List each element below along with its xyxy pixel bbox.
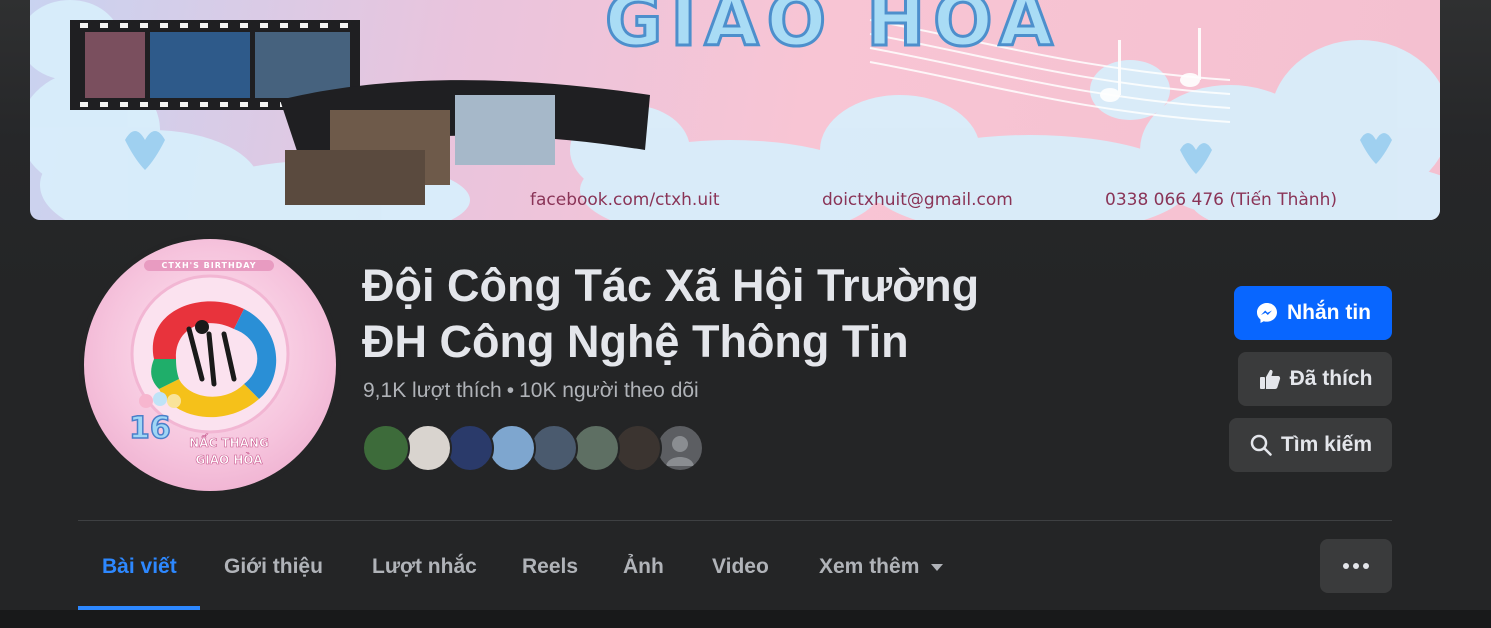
stats-separator: •: [506, 379, 515, 402]
friend-avatar[interactable]: [362, 424, 410, 472]
cover-facebook-link: facebook.com/ctxh.uit: [530, 190, 720, 210]
feed-background: [0, 610, 1491, 628]
cover-phone: 0338 066 476 (Tiến Thành): [1105, 190, 1337, 210]
search-icon: [1250, 434, 1272, 456]
tab-mentions[interactable]: Lượt nhắc: [372, 540, 477, 594]
friend-avatar[interactable]: [614, 424, 662, 472]
cover-photo[interactable]: GIAO HÒA facebook.com/ctxh.uit doictxhui…: [30, 0, 1440, 220]
dot: [1343, 563, 1349, 569]
tab-photos[interactable]: Ảnh: [623, 540, 664, 594]
search-button-label: Tìm kiếm: [1280, 433, 1373, 456]
friend-avatar[interactable]: [656, 424, 704, 472]
friend-avatar[interactable]: [530, 424, 578, 472]
search-button[interactable]: Tìm kiếm: [1229, 418, 1392, 472]
messenger-icon: [1257, 303, 1277, 323]
default-user-icon: [666, 436, 694, 466]
tab-videos[interactable]: Video: [712, 540, 769, 594]
followers-count-link[interactable]: 10K người theo dõi: [519, 379, 699, 402]
header-divider: [78, 520, 1392, 521]
more-options-button[interactable]: [1320, 539, 1392, 593]
friend-avatar[interactable]: [572, 424, 620, 472]
thumbs-up-icon: [1259, 369, 1280, 389]
page-title-line2: ĐH Công Nghệ Thông Tin: [362, 316, 909, 367]
friend-avatar[interactable]: [488, 424, 536, 472]
page-avatar[interactable]: CTXH'S BIRTHDAY 16 NẤC THANG GIAO HÒA: [84, 239, 336, 491]
tab-posts[interactable]: Bài viết: [102, 540, 177, 594]
page-stats: 9,1K lượt thích • 10K người theo dõi: [363, 379, 699, 403]
friend-avatar[interactable]: [446, 424, 494, 472]
liked-button-label: Đã thích: [1289, 367, 1373, 390]
tab-about[interactable]: Giới thiệu: [224, 540, 323, 594]
tab-reels[interactable]: Reels: [522, 540, 578, 594]
cover-title: GIAO HÒA: [604, 0, 1061, 64]
active-tab-indicator: [78, 606, 200, 610]
tab-more[interactable]: Xem thêm: [819, 540, 944, 594]
caret-down-icon: [931, 563, 944, 571]
page-title-line1: Đội Công Tác Xã Hội Trường: [362, 260, 980, 311]
dot: [1363, 563, 1369, 569]
avatar-subtitle-line1: NẤC THANG: [189, 436, 269, 451]
avatar-subtitle: NẤC THANG GIAO HÒA: [179, 435, 279, 469]
friend-avatar[interactable]: [404, 424, 452, 472]
message-button[interactable]: Nhắn tin: [1234, 286, 1392, 340]
likes-count-link[interactable]: 9,1K lượt thích: [363, 379, 502, 402]
avatar-subtitle-line2: GIAO HÒA: [195, 453, 263, 468]
liked-button[interactable]: Đã thích: [1238, 352, 1392, 406]
avatar-number: 16: [128, 410, 171, 447]
message-button-label: Nhắn tin: [1287, 301, 1371, 324]
page-title: Đội Công Tác Xã Hội Trường ĐH Công Nghệ …: [362, 258, 1082, 370]
tab-more-label: Xem thêm: [819, 555, 920, 578]
avatar-caption: CTXH'S BIRTHDAY: [144, 260, 274, 271]
dot: [1353, 563, 1359, 569]
cover-email: doictxhuit@gmail.com: [822, 190, 1013, 210]
